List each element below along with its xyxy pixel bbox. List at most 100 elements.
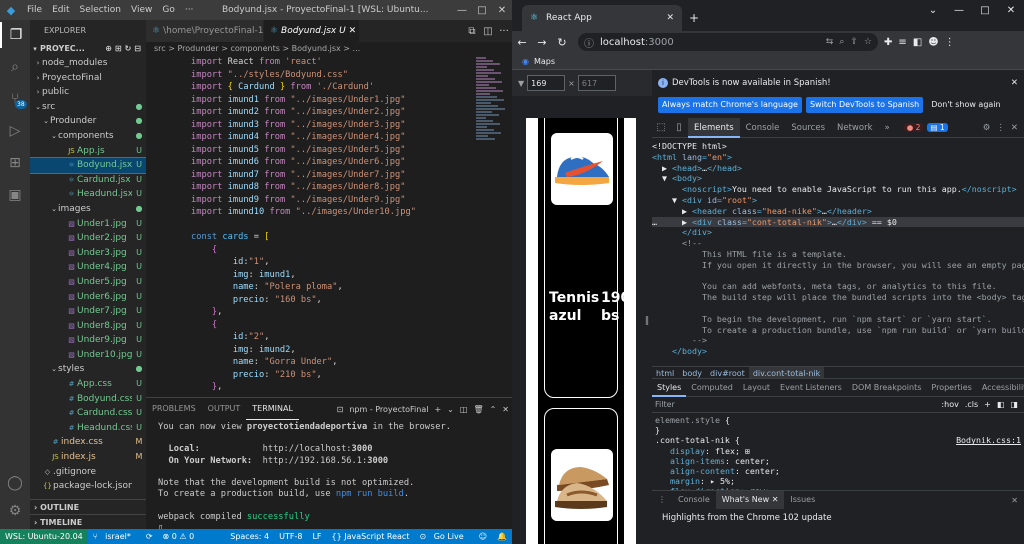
tree-folder[interactable]: ⌄ src ● bbox=[30, 100, 146, 115]
tree-file[interactable]: # App.css U bbox=[30, 377, 146, 392]
side-panel-icon[interactable]: ◧ bbox=[913, 37, 922, 48]
encoding-indicator[interactable]: UTF-8 bbox=[274, 532, 307, 541]
tree-file[interactable]: ▧ Under3.jpg U bbox=[30, 246, 146, 261]
more-actions-icon[interactable]: ··· bbox=[496, 26, 512, 37]
address-bar[interactable]: ⓘ localhost:3000 ⇆ ⌕ ⇪ ☆ bbox=[578, 33, 878, 51]
close-panel-icon[interactable]: ✕ bbox=[499, 405, 512, 414]
tree-file[interactable]: ◇ .gitignore bbox=[30, 465, 146, 480]
tree-file[interactable]: # Cardund.css U bbox=[30, 406, 146, 421]
tab-elements[interactable]: Elements bbox=[688, 117, 740, 138]
profile-avatar[interactable]: ☻ bbox=[928, 37, 938, 48]
menu-edit[interactable]: Edit bbox=[47, 5, 74, 15]
problems-indicator[interactable]: ⊗ 0 ⚠ 0 bbox=[158, 532, 200, 541]
tab-problems[interactable]: PROBLEMS bbox=[146, 398, 202, 420]
extensions-puzzle-icon[interactable]: ✚ bbox=[884, 37, 892, 48]
tree-file[interactable]: ▧ Under2.jpg U bbox=[30, 231, 146, 246]
tab-layout[interactable]: Layout bbox=[738, 379, 775, 397]
close-icon[interactable]: ✕ bbox=[998, 5, 1024, 16]
notifications-icon[interactable]: 🔔 bbox=[492, 532, 512, 541]
account-icon[interactable]: ◯ bbox=[0, 470, 30, 496]
crumb-cont-total-nik[interactable]: div.cont-total-nik bbox=[748, 367, 825, 378]
drawer-tab-console[interactable]: Console bbox=[672, 491, 716, 509]
device-toggle-icon[interactable]: ▯ bbox=[670, 122, 688, 133]
new-tab-icon[interactable]: + bbox=[682, 5, 706, 31]
close-devtools-icon[interactable]: ✕ bbox=[1011, 123, 1018, 133]
match-language-button[interactable]: Always match Chrome's language bbox=[658, 97, 802, 113]
crumb-root[interactable]: div#root bbox=[706, 367, 749, 378]
compare-icon[interactable]: ⧉ bbox=[464, 26, 480, 37]
menu-view[interactable]: View bbox=[126, 5, 157, 15]
timeline-section[interactable]: › TIMELINE bbox=[30, 514, 146, 529]
reload-icon[interactable]: ↻ bbox=[552, 36, 572, 49]
split-editor-icon[interactable]: ◫ bbox=[480, 26, 496, 37]
back-icon[interactable]: ← bbox=[512, 36, 532, 49]
tree-file[interactable]: # index.css M bbox=[30, 435, 146, 450]
sidebar-toggle-icon[interactable]: ◨ bbox=[1010, 400, 1018, 409]
new-rule-icon[interactable]: + bbox=[984, 400, 991, 409]
bookmark-star-icon[interactable]: ☆ bbox=[864, 37, 872, 47]
go-live-button[interactable]: ⊙ Go Live bbox=[414, 532, 473, 541]
menu-file[interactable]: File bbox=[22, 5, 47, 15]
device-height-input[interactable] bbox=[577, 75, 616, 91]
tree-folder[interactable]: › public bbox=[30, 85, 146, 100]
tab-accessibility[interactable]: Accessibility bbox=[977, 379, 1024, 397]
chevron-up-icon[interactable]: ⌃ bbox=[487, 405, 500, 414]
tree-file[interactable]: JS index.js M bbox=[30, 450, 146, 465]
tab-close-icon[interactable]: ✕ bbox=[349, 26, 357, 36]
kebab-menu-icon[interactable]: ⋮ bbox=[996, 123, 1005, 133]
tab-network[interactable]: Network bbox=[831, 118, 879, 138]
tree-file[interactable]: ⚛ Cardund.jsx U bbox=[30, 173, 146, 188]
tree-file[interactable]: # Bodyund.css U bbox=[30, 392, 146, 407]
tree-file[interactable]: ⚛ Bodyund.jsx U bbox=[30, 157, 146, 174]
drawer-menu-icon[interactable]: ⋮ bbox=[652, 491, 672, 509]
browser-tab[interactable]: ⚛ React App ✕ bbox=[522, 5, 682, 31]
explorer-actions-icons[interactable]: ⊕⊞↻⊟ bbox=[105, 42, 144, 56]
maximize-icon[interactable]: □ bbox=[472, 5, 492, 16]
trash-icon[interactable]: 🗑 bbox=[470, 405, 486, 414]
tab-terminal[interactable]: TERMINAL bbox=[246, 398, 299, 420]
tree-file[interactable]: ▧ Under4.jpg U bbox=[30, 260, 146, 275]
translate-icon[interactable]: ⇆ bbox=[826, 37, 834, 47]
tree-folder[interactable]: › node_modules bbox=[30, 56, 146, 71]
terminal-output[interactable]: You can now view proyectotiendadeportiva… bbox=[146, 420, 512, 536]
media-icon[interactable]: ≡ bbox=[898, 37, 906, 48]
hov-toggle[interactable]: :hov bbox=[941, 400, 958, 409]
tree-file[interactable]: ⚛ Headund.jsx U bbox=[30, 187, 146, 202]
more-tabs-icon[interactable]: » bbox=[879, 118, 896, 138]
tab-event-listeners[interactable]: Event Listeners bbox=[775, 379, 847, 397]
chrome-menu-icon[interactable]: ⋮ bbox=[945, 37, 955, 48]
tab-output[interactable]: OUTPUT bbox=[202, 398, 247, 420]
tree-folder[interactable]: › ProyectoFinal bbox=[30, 71, 146, 86]
remote-indicator[interactable]: WSL: Ubuntu-20.04 bbox=[0, 529, 88, 544]
tab-computed[interactable]: Computed bbox=[686, 379, 738, 397]
device-width-input[interactable] bbox=[527, 75, 566, 91]
cls-toggle[interactable]: .cls bbox=[965, 400, 978, 409]
computed-toggle-icon[interactable]: ◧ bbox=[997, 400, 1005, 409]
styles-pane[interactable]: element.style {} Bodynik.css:1 .cont-total… bbox=[652, 413, 1024, 493]
info-icon[interactable]: ⓘ bbox=[584, 35, 594, 50]
tree-file[interactable]: ▧ Under9.jpg U bbox=[30, 333, 146, 348]
tree-folder[interactable]: ⌄ Produnder ● bbox=[30, 114, 146, 129]
tab-search-icon[interactable]: ⌄ bbox=[920, 5, 946, 16]
tab-bodyund[interactable]: ⚛ Bodyund.jsx U ✕ bbox=[264, 20, 360, 42]
error-count-badge[interactable]: ● 2 bbox=[903, 123, 924, 132]
drawer-tab-whats-new[interactable]: What's New ✕ bbox=[715, 491, 785, 509]
tab-dom-breakpoints[interactable]: DOM Breakpoints bbox=[847, 379, 927, 397]
menu-go[interactable]: Go bbox=[157, 5, 179, 15]
crumb-html[interactable]: html bbox=[652, 367, 678, 378]
settings-gear-icon[interactable]: ⚙ bbox=[0, 498, 30, 524]
chevron-down-icon[interactable]: ⌄ bbox=[444, 405, 457, 414]
close-icon[interactable]: ✕ bbox=[492, 5, 512, 16]
outline-section[interactable]: › OUTLINE bbox=[30, 499, 146, 514]
tree-file[interactable]: ▧ Under5.jpg U bbox=[30, 275, 146, 290]
switch-spanish-button[interactable]: Switch DevTools to Spanish bbox=[805, 97, 924, 113]
remote-explorer-icon[interactable]: ▣ bbox=[0, 182, 30, 208]
tab-styles[interactable]: Styles bbox=[652, 379, 687, 397]
tree-file[interactable]: JS App.js U bbox=[30, 144, 146, 159]
forward-icon[interactable]: → bbox=[532, 36, 552, 49]
crumb-body[interactable]: body bbox=[678, 367, 706, 378]
menu-selection[interactable]: Selection bbox=[75, 5, 126, 15]
extensions-icon[interactable]: ⊞ bbox=[0, 150, 30, 176]
tree-file[interactable]: ▧ Under6.jpg U bbox=[30, 290, 146, 305]
product-card[interactable] bbox=[544, 408, 618, 544]
